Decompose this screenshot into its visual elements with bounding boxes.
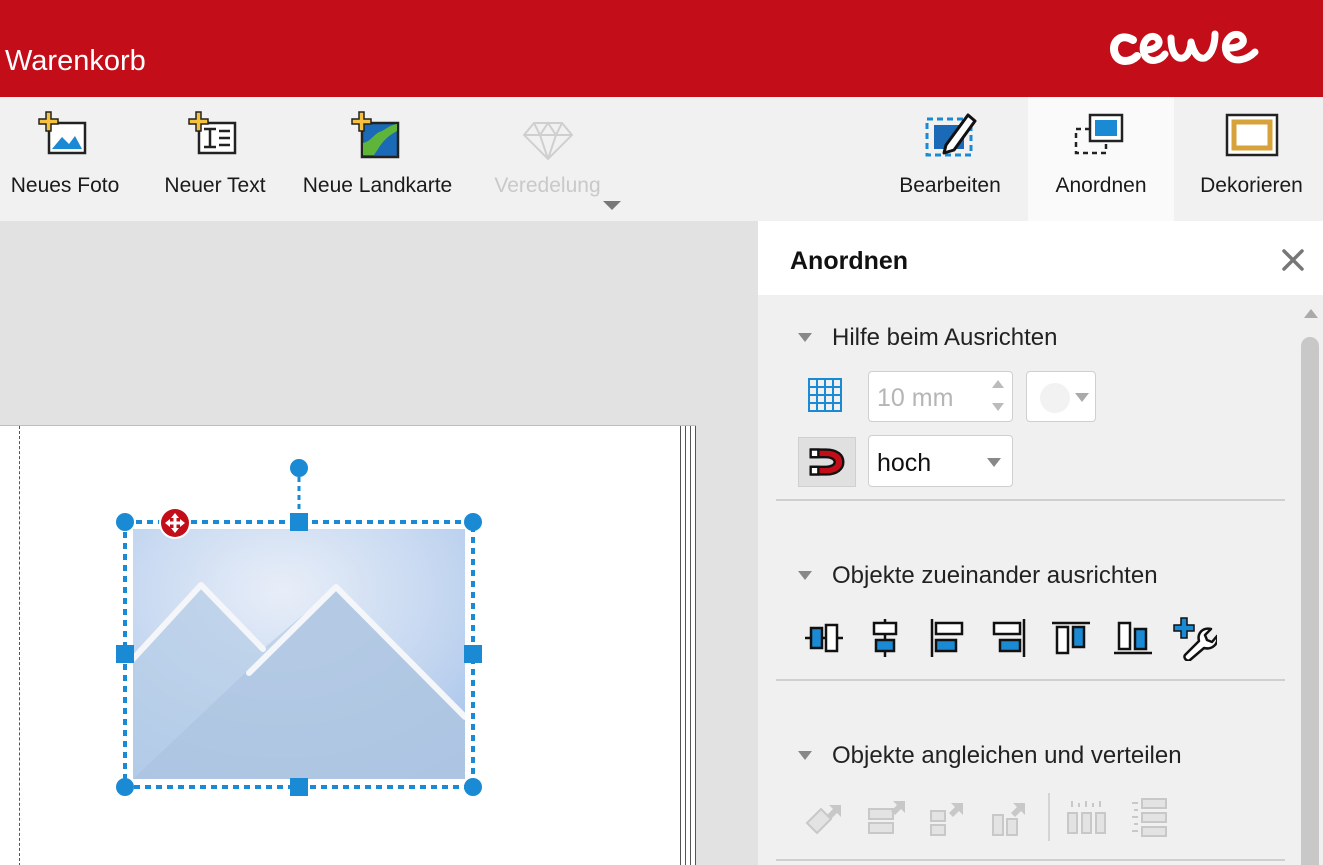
resize-handle-top [290,513,308,531]
scroll-up-icon[interactable] [1304,309,1318,318]
new-map-label: Neue Landkarte [302,174,453,197]
chevron-down-icon [987,458,1001,467]
arrange-panel: Anordnen Hilfe beim Ausrichten 10 mm hoc… [758,221,1323,865]
refinement-button[interactable]: Veredelung [485,97,621,221]
panel-title: Anordnen [790,247,909,275]
app-header: Warenkorb [0,0,1323,97]
resize-handle-top-right [464,513,482,531]
new-photo-label: Neues Foto [10,174,120,197]
new-text-button[interactable]: Neuer Text [150,97,280,221]
edit-icon [925,113,977,157]
close-icon[interactable] [1278,245,1308,275]
align-bottom-icon[interactable] [1110,615,1156,661]
match-height-icon[interactable] [925,795,971,841]
add-photo-icon [38,111,87,155]
snap-strength-dropdown[interactable]: hoch [868,435,1013,487]
align-horizontal-center-icon[interactable] [801,615,847,661]
main-toolbar: Neues Foto Neuer Text Neue Landkarte Ver… [0,97,1323,221]
arrange-button[interactable]: Anordnen [1028,97,1174,221]
collapse-triangle-icon[interactable] [798,571,812,580]
toolbar-separator [1048,793,1050,841]
add-text-icon [188,111,237,155]
align-tools-icon[interactable] [1171,615,1217,661]
rotate-handle [290,459,308,477]
decorate-icon [1225,113,1278,157]
section-align-objects[interactable]: Objekte zueinander ausrichten [832,562,1158,590]
collapse-triangle-icon[interactable] [798,333,812,342]
edit-button[interactable]: Bearbeiten [880,97,1020,221]
section-divider [776,679,1285,681]
match-size-icon[interactable] [801,795,847,841]
page-guide-line [19,426,20,865]
align-vertical-center-icon[interactable] [862,615,908,661]
move-icon [159,507,191,539]
resize-handle-bottom-right [464,778,482,796]
panel-scrollbar[interactable] [1298,295,1323,865]
new-photo-button[interactable]: Neues Foto [0,97,130,221]
refinement-label: Veredelung [494,174,601,197]
scrollbar-thumb[interactable] [1301,337,1319,865]
chevron-down-icon [603,201,621,210]
collapse-triangle-icon[interactable] [798,751,812,760]
snap-strength-value: hoch [877,449,932,477]
resize-handle-bottom [290,778,308,796]
section-alignment-help[interactable]: Hilfe beim Ausrichten [832,324,1057,352]
align-right-icon[interactable] [986,615,1032,661]
arrange-label: Anordnen [1055,174,1147,197]
decorate-label: Dekorieren [1200,174,1303,197]
section-divider [776,499,1285,501]
edit-label: Bearbeiten [899,174,1001,197]
cewe-logo [1110,30,1259,65]
align-left-icon[interactable] [924,615,970,661]
grid-icon[interactable] [808,378,842,412]
magnet-icon [809,448,845,476]
panel-header: Anordnen [758,221,1323,295]
new-map-button[interactable]: Neue Landkarte [295,97,460,221]
snap-toggle-button[interactable] [798,437,856,487]
grid-size-value: 10 mm [877,384,954,412]
decorate-button[interactable]: Dekorieren [1180,97,1323,221]
resize-handle-top-left [116,513,134,531]
match-width-icon[interactable] [863,795,909,841]
arrange-icon [1074,113,1124,155]
distribute-vertical-icon[interactable] [1128,795,1174,841]
stepper-up-icon[interactable] [992,380,1004,388]
page-spine [678,426,696,865]
new-text-label: Neuer Text [164,174,266,197]
selection-frame[interactable] [100,450,500,810]
diamond-icon [522,121,573,161]
section-match-distribute[interactable]: Objekte angleichen und verteilen [832,742,1182,770]
resize-handle-right [464,645,482,663]
stepper-down-icon[interactable] [992,403,1004,411]
add-map-icon [350,111,399,159]
resize-handle-left [116,645,134,663]
match-height-alt-icon[interactable] [987,795,1033,841]
chevron-down-icon [1075,393,1089,402]
align-top-icon[interactable] [1048,615,1094,661]
resize-handle-bottom-left [116,778,134,796]
color-swatch [1040,383,1070,413]
distribute-horizontal-icon[interactable] [1064,795,1110,841]
grid-size-stepper[interactable]: 10 mm [868,371,1013,422]
cart-title[interactable]: Warenkorb [5,45,146,78]
grid-color-dropdown[interactable] [1026,371,1096,422]
section-divider [776,859,1285,861]
